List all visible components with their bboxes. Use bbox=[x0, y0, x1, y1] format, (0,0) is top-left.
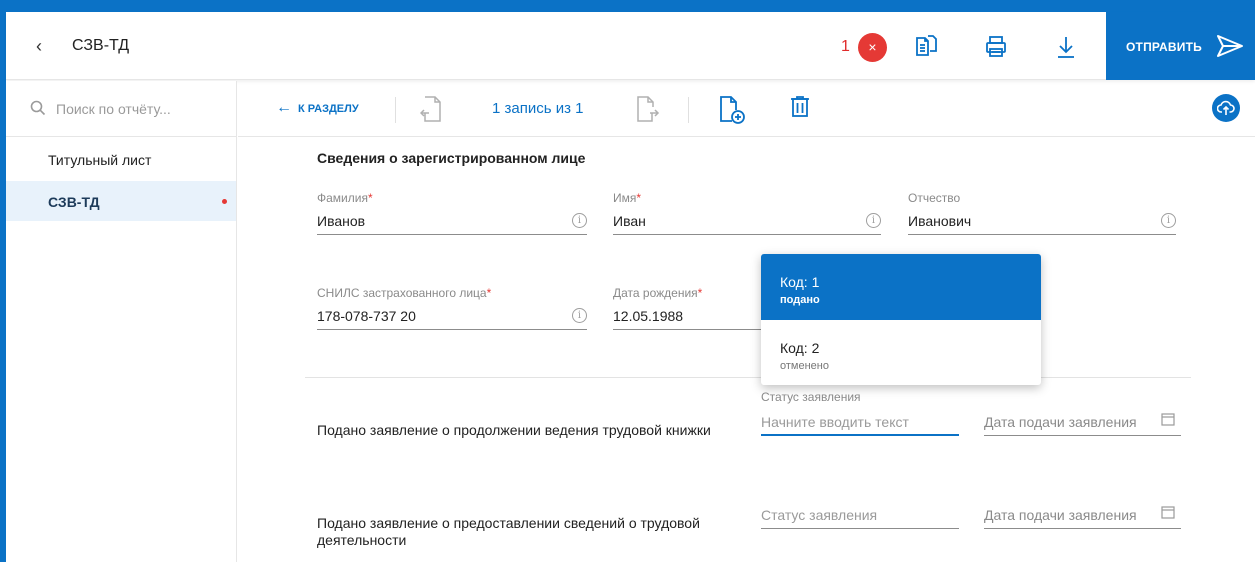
send-icon bbox=[1217, 35, 1243, 57]
application-date-1[interactable]: Дата подачи заявления bbox=[984, 410, 1181, 436]
status-input-1[interactable]: Статус заявления Начните вводить текст bbox=[761, 390, 959, 436]
chevron-left-icon[interactable]: ‹ bbox=[36, 36, 42, 56]
info-icon[interactable]: i bbox=[866, 213, 881, 228]
download-icon[interactable] bbox=[1054, 34, 1078, 60]
record-counter: 1 запись из 1 bbox=[492, 100, 584, 117]
dropdown-option-2[interactable]: Код: 2 отменено bbox=[761, 320, 1041, 385]
info-icon[interactable]: i bbox=[572, 308, 587, 323]
name-field[interactable]: Имя* Иван i bbox=[613, 191, 881, 235]
window-frame-top bbox=[0, 0, 1255, 12]
trash-icon[interactable] bbox=[790, 95, 810, 124]
status-placeholder: Статус заявления bbox=[761, 507, 878, 523]
close-icon[interactable]: × bbox=[858, 33, 887, 62]
sidebar-item-szv-td[interactable]: СЗВ-ТД bbox=[6, 181, 236, 221]
error-count: 1 bbox=[841, 38, 850, 55]
name-value: Иван bbox=[613, 213, 646, 229]
printer-icon[interactable] bbox=[984, 34, 1008, 60]
option-code: Код: 1 bbox=[780, 274, 820, 290]
send-button[interactable]: ОТПРАВИТЬ bbox=[1106, 12, 1255, 80]
toolbar-divider bbox=[395, 97, 396, 123]
next-record-icon[interactable] bbox=[636, 95, 660, 128]
snils-value: 178-078-737 20 bbox=[317, 308, 416, 324]
cloud-upload-icon bbox=[1217, 100, 1235, 115]
input-underline bbox=[761, 434, 959, 436]
status-label: Статус заявления bbox=[761, 390, 861, 404]
calendar-icon[interactable] bbox=[1161, 505, 1175, 519]
add-record-icon[interactable] bbox=[718, 95, 746, 130]
birth-date-value: 12.05.1988 bbox=[613, 308, 684, 324]
info-icon[interactable]: i bbox=[1161, 213, 1176, 228]
birth-date-label: Дата рождения* bbox=[613, 286, 703, 300]
status-placeholder: Начните вводить текст bbox=[761, 414, 909, 430]
search-input[interactable] bbox=[56, 97, 226, 121]
prev-record-icon[interactable] bbox=[419, 95, 442, 128]
surname-label: Фамилия* bbox=[317, 191, 373, 205]
cloud-upload-button[interactable] bbox=[1212, 94, 1240, 122]
patronymic-field[interactable]: Отчество Иванович i bbox=[908, 191, 1176, 235]
snils-field[interactable]: СНИЛС застрахованного лица* 178-078-737 … bbox=[317, 286, 587, 330]
to-section-label: К РАЗДЕЛУ bbox=[298, 103, 359, 115]
surname-value: Иванов bbox=[317, 213, 366, 229]
info-icon[interactable]: i bbox=[572, 213, 587, 228]
patronymic-label: Отчество bbox=[908, 191, 961, 205]
error-dot bbox=[222, 199, 227, 204]
input-underline bbox=[761, 528, 959, 529]
section-title: Сведения о зарегистрированном лице bbox=[317, 150, 586, 166]
input-underline bbox=[984, 528, 1181, 529]
dropdown-option-1[interactable]: Код: 1 подано bbox=[761, 254, 1041, 320]
section-divider bbox=[305, 377, 1191, 378]
toolbar-divider bbox=[688, 97, 689, 123]
continue-workbook-text: Подано заявление о продолжении ведения т… bbox=[317, 422, 711, 438]
option-desc: отменено bbox=[780, 360, 829, 372]
sidebar-item-label: Титульный лист bbox=[48, 152, 152, 168]
date-placeholder: Дата подачи заявления bbox=[984, 507, 1137, 523]
sidebar-item-title-page[interactable]: Титульный лист bbox=[6, 139, 236, 179]
date-placeholder: Дата подачи заявления bbox=[984, 414, 1137, 430]
name-label: Имя* bbox=[613, 191, 642, 205]
status-dropdown: Код: 1 подано Код: 2 отменено bbox=[761, 254, 1041, 385]
sidebar-item-label: СЗВ-ТД bbox=[48, 194, 100, 210]
app-header: ‹ СЗВ-ТД 1 × ОТПРАВИТЬ bbox=[6, 12, 1255, 80]
search-icon bbox=[30, 100, 46, 116]
surname-field[interactable]: Фамилия* Иванов i bbox=[317, 191, 587, 235]
calendar-icon[interactable] bbox=[1161, 412, 1175, 426]
application-date-2[interactable]: Дата подачи заявления bbox=[984, 503, 1181, 529]
record-toolbar: ← К РАЗДЕЛУ 1 запись из 1 bbox=[238, 81, 1255, 137]
copy-document-icon[interactable] bbox=[914, 34, 938, 60]
option-code: Код: 2 bbox=[780, 340, 820, 356]
birth-date-field[interactable]: Дата рождения* 12.05.1988 bbox=[613, 286, 763, 330]
report-title: СЗВ-ТД bbox=[72, 37, 130, 54]
patronymic-value: Иванович bbox=[908, 213, 972, 229]
option-desc: подано bbox=[780, 294, 820, 306]
sidebar: Титульный лист СЗВ-ТД bbox=[6, 81, 237, 562]
send-button-label: ОТПРАВИТЬ bbox=[1126, 40, 1202, 54]
sidebar-search bbox=[6, 81, 236, 137]
snils-label: СНИЛС застрахованного лица* bbox=[317, 286, 492, 300]
work-info-text: Подано заявление о предоставлении сведен… bbox=[317, 515, 700, 548]
status-input-2[interactable]: Статус заявления bbox=[761, 503, 959, 529]
input-underline bbox=[984, 435, 1181, 436]
arrow-left-icon: ← bbox=[276, 99, 292, 116]
